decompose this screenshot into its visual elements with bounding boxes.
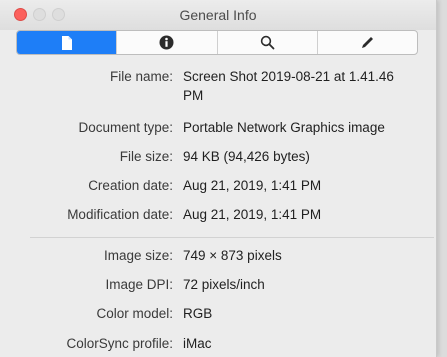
pen-icon: [361, 37, 373, 48]
info-icon: [159, 35, 174, 50]
document-icon: [61, 35, 72, 50]
tab-annotations[interactable]: [316, 31, 417, 54]
color-model-label: Color model:: [96, 306, 173, 321]
file-name-value[interactable]: Screen Shot 2019-08-21 at 1.41.46 PM: [183, 67, 431, 105]
magnifier-icon: [260, 35, 275, 50]
creation-date-label: Creation date:: [88, 178, 173, 193]
file-size-label: File size:: [119, 149, 173, 164]
image-dpi-value: 72 pixels/inch: [183, 277, 265, 292]
window-title: General Info: [179, 7, 257, 23]
section-divider: [30, 237, 434, 238]
document-type-label: Document type:: [78, 120, 173, 135]
tab-search[interactable]: [216, 31, 317, 54]
file-size-value: 94 KB (94,426 bytes): [183, 149, 310, 164]
color-model-value: RGB: [183, 306, 213, 321]
file-name-value-line1: Screen Shot 2019-08-21 at 1.41.46: [183, 69, 394, 84]
image-size-value: 749 × 873 pixels: [183, 248, 282, 263]
file-name-value-line2: PM: [183, 88, 204, 103]
colorsync-profile-label: ColorSync profile:: [66, 336, 173, 351]
creation-date-value: Aug 21, 2019, 1:41 PM: [183, 178, 322, 193]
inspector-window: General Info File name: Screen Shot 2019…: [0, 0, 436, 357]
tab-general[interactable]: [17, 31, 117, 54]
colorsync-profile-value: iMac: [183, 336, 212, 351]
image-size-label: Image size:: [103, 248, 173, 263]
modification-date-value: Aug 21, 2019, 1:41 PM: [183, 207, 322, 222]
document-type-value: Portable Network Graphics image: [183, 120, 385, 135]
tab-more-info[interactable]: [116, 31, 216, 54]
inspector-tab-bar: [16, 30, 418, 55]
title-bar[interactable]: General Info: [0, 0, 436, 30]
modification-date-label: Modification date:: [67, 207, 173, 222]
image-dpi-label: Image DPI:: [105, 277, 173, 292]
file-name-label: File name:: [109, 69, 173, 84]
